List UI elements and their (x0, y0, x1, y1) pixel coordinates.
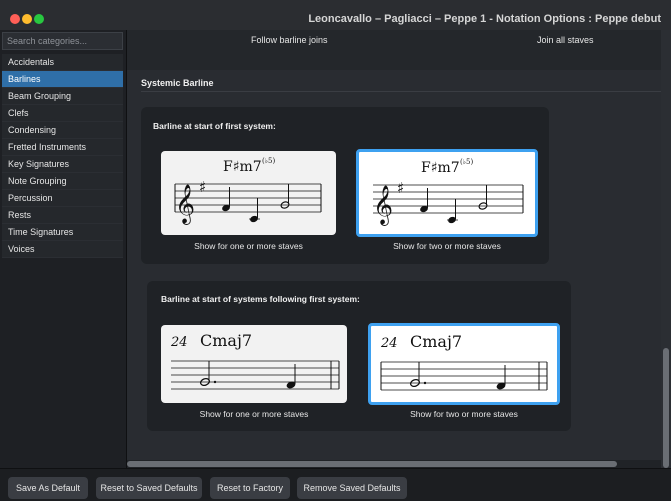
notation-example: 24 Cmaj7 (380, 332, 548, 391)
treble-clef: 𝄞 (175, 184, 195, 225)
category-barlines[interactable]: Barlines (2, 71, 123, 88)
category-voices[interactable]: Voices (2, 241, 123, 258)
save-as-default-button[interactable]: Save As Default (8, 477, 88, 499)
chord-alteration: (♭5) (262, 157, 275, 165)
option-caption: Show for one or more staves (199, 409, 309, 419)
chord-symbol: Cmaj7 (200, 331, 252, 350)
vertical-scrollbar[interactable] (661, 30, 671, 468)
notation-example: 24 Cmaj7 (170, 331, 340, 390)
section-divider (141, 91, 661, 92)
note (478, 185, 488, 210)
staff-lines (171, 360, 339, 390)
category-condensing[interactable]: Condensing (2, 122, 123, 139)
note (409, 362, 427, 388)
category-sidebar: Search categories... Accidentals Barline… (0, 30, 127, 468)
group-label: Barline at start of systems following fi… (161, 294, 360, 304)
category-beam-grouping[interactable]: Beam Grouping (2, 88, 123, 105)
follow-barline-joins-label[interactable]: Follow barline joins (251, 35, 328, 45)
option-card-two-or-more-selected[interactable]: 24 Cmaj7 (368, 323, 560, 405)
option-card-one-or-more[interactable]: 24 Cmaj7 (161, 325, 347, 403)
vertical-scroll-thumb[interactable] (663, 348, 669, 468)
chord-alteration: (♭5) (460, 158, 473, 166)
category-fretted-instruments[interactable]: Fretted Instruments (2, 139, 123, 156)
window-title: Leoncavallo – Pagliacci – Peppe 1 - Nota… (308, 13, 661, 25)
horizontal-scroll-thumb[interactable] (127, 461, 617, 467)
title-bar: Leoncavallo – Pagliacci – Peppe 1 - Nota… (0, 0, 671, 31)
option-caption: Show for two or more staves (393, 241, 501, 251)
close-window-icon[interactable] (10, 14, 20, 24)
treble-clef: 𝄞 (373, 185, 393, 226)
category-time-signatures[interactable]: Time Signatures (2, 224, 123, 241)
bar-number: 24 (380, 336, 398, 351)
staff-lines (381, 361, 547, 391)
category-list: Accidentals Barlines Beam Grouping Clefs… (2, 54, 123, 258)
minimize-window-icon[interactable] (22, 14, 32, 24)
category-percussion[interactable]: Percussion (2, 190, 123, 207)
reset-to-saved-defaults-button[interactable]: Reset to Saved Defaults (96, 477, 202, 499)
key-signature-sharp: ♯ (199, 178, 206, 196)
category-accidentals[interactable]: Accidentals (2, 54, 123, 71)
note (249, 198, 260, 223)
option-card-one-or-more[interactable]: F♯m7 (♭5) 𝄞 ♯ (161, 151, 336, 235)
notation-example: F♯m7 (♭5) 𝄞 ♯ (174, 157, 322, 225)
note (447, 199, 458, 224)
category-rests[interactable]: Rests (2, 207, 123, 224)
bar-number: 24 (170, 335, 188, 350)
category-key-signatures[interactable]: Key Signatures (2, 156, 123, 173)
option-caption: Show for two or more staves (410, 409, 518, 419)
option-card-two-or-more-selected[interactable]: F♯m7 (♭5) 𝄞 ♯ (356, 149, 538, 237)
key-signature-sharp: ♯ (397, 179, 404, 197)
note (280, 184, 290, 209)
zoom-window-icon[interactable] (34, 14, 44, 24)
chord-symbol: F♯m7 (223, 159, 262, 175)
remove-saved-defaults-button[interactable]: Remove Saved Defaults (297, 477, 407, 499)
notation-example: F♯m7 (♭5) 𝄞 ♯ (373, 158, 524, 226)
chord-symbol: F♯m7 (421, 160, 460, 176)
option-caption: Show for one or more staves (194, 241, 303, 251)
staff-lines (175, 183, 321, 213)
barline-join-row: Follow barline joins Join all staves (127, 30, 661, 70)
group-label: Barline at start of first system: (153, 121, 276, 131)
search-categories-input[interactable]: Search categories... (2, 32, 123, 50)
staff-lines (373, 184, 523, 214)
options-pane: Follow barline joins Join all staves Sys… (127, 30, 661, 460)
footer-bar: Save As Default Reset to Saved Defaults … (0, 468, 671, 501)
join-all-staves-label[interactable]: Join all staves (537, 35, 594, 45)
note (199, 361, 217, 387)
category-clefs[interactable]: Clefs (2, 105, 123, 122)
section-title: Systemic Barline (141, 78, 214, 88)
following-systems-barline-panel: Barline at start of systems following fi… (147, 281, 571, 431)
chord-symbol: Cmaj7 (410, 332, 462, 351)
reset-to-factory-button[interactable]: Reset to Factory (210, 477, 290, 499)
horizontal-scrollbar[interactable] (127, 460, 661, 468)
category-note-grouping[interactable]: Note Grouping (2, 173, 123, 190)
first-system-barline-panel: Barline at start of first system: F♯m7 (… (141, 107, 549, 264)
